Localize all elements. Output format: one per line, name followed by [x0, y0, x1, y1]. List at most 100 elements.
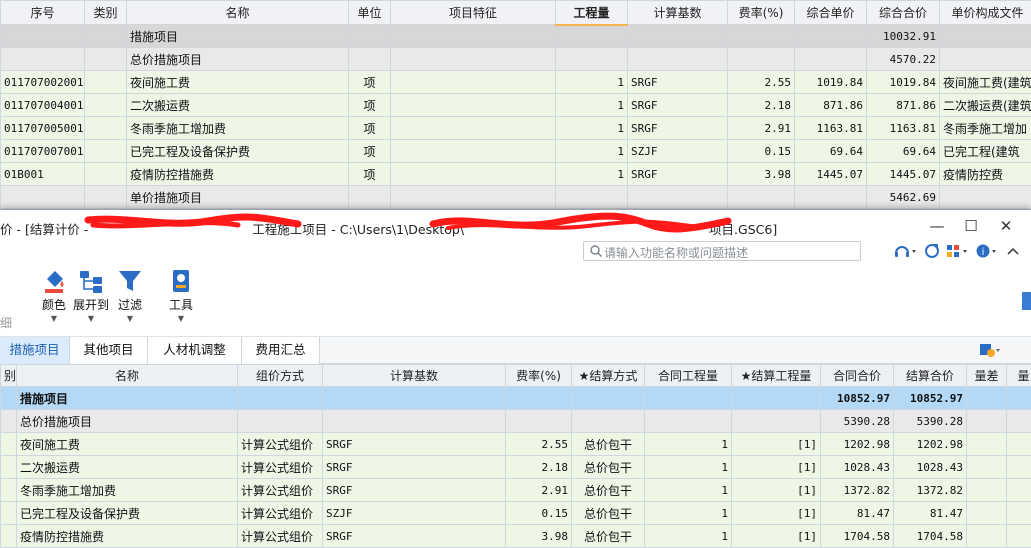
cell-settle-qty: [1]	[732, 456, 821, 479]
cell-type	[1, 433, 17, 456]
table-row[interactable]: 夜间施工费计算公式组价SRGF2.55总价包干1[1]1202.981202.9…	[1, 433, 1031, 456]
cell-rate: 2.18	[728, 94, 795, 117]
cell-unit-price: 1163.81	[795, 117, 867, 140]
col-header-price-file[interactable]: 单价构成文件	[940, 1, 1031, 25]
cell-total: 1019.84	[867, 71, 940, 94]
help-icon[interactable]: i	[975, 243, 999, 259]
col-header-unit[interactable]: 单位	[349, 1, 391, 25]
table-row[interactable]: 011707002001夜间施工费项1SRGF2.551019.841019.8…	[1, 71, 1031, 94]
collapse-chevron-icon[interactable]	[1006, 243, 1020, 259]
col-header-settle-mode[interactable]: ★结算方式	[572, 365, 645, 387]
cell-settle-total: 1704.58	[894, 525, 967, 548]
settings-gear-icon[interactable]	[978, 341, 1004, 359]
col-header-quantity[interactable]: 工程量	[556, 1, 628, 25]
table-row-unit-price-measures[interactable]: 单价措施项目 5462.69	[1, 186, 1031, 209]
col-header-contract-qty[interactable]: 合同工程量	[645, 365, 732, 387]
tab-fee-summary[interactable]: 费用汇总	[242, 337, 320, 364]
maximize-button[interactable]: ☐	[956, 216, 986, 236]
cell-name: 冬雨季施工增加费	[17, 479, 238, 502]
table-row[interactable]: 二次搬运费计算公式组价SRGF2.18总价包干1[1]1028.431028.4…	[1, 456, 1031, 479]
col-header-rate[interactable]: 费率(%)	[506, 365, 572, 387]
cell-rate: 0.15	[728, 140, 795, 163]
table-row[interactable]: 011707005001冬雨季施工增加费项1SRGF2.911163.81116…	[1, 117, 1031, 140]
cell-type	[85, 140, 127, 163]
col-header-base[interactable]: 计算基数	[628, 1, 728, 25]
cell-price-file: 夜间施工费(建筑	[940, 71, 1031, 94]
col-header-pricing-method[interactable]: 组价方式	[238, 365, 323, 387]
cell-unit-price: 1445.07	[795, 163, 867, 186]
ribbon-scroll-handle[interactable]	[1022, 292, 1031, 310]
col-header-qty-diff[interactable]: 量差	[967, 365, 1007, 387]
col-header-total[interactable]: 综合合价	[867, 1, 940, 25]
cell-contract-total: 1704.58	[821, 525, 894, 548]
col-header-feature[interactable]: 项目特征	[391, 1, 556, 25]
tab-other-items[interactable]: 其他项目	[70, 337, 148, 364]
tab-labor-material-adjust[interactable]: 人材机调整	[148, 337, 242, 364]
cell-contract-qty: 1	[645, 479, 732, 502]
cell-type	[1, 525, 17, 548]
filter-button[interactable]: 过滤 ▼	[110, 268, 150, 332]
cell-contract-total: 1372.82	[821, 479, 894, 502]
tools-button[interactable]: 工具 ▼	[161, 268, 201, 332]
redaction-scribble	[88, 212, 738, 234]
col-header-type[interactable]: 别	[1, 365, 17, 387]
col-header-rate[interactable]: 费率(%)	[728, 1, 795, 25]
refresh-icon[interactable]	[924, 243, 940, 259]
cell-type	[85, 163, 127, 186]
cell-code: 011707004001	[1, 94, 85, 117]
table-row[interactable]: 冬雨季施工增加费计算公式组价SRGF2.91总价包干1[1]1372.82137…	[1, 479, 1031, 502]
cell-unit: 项	[349, 94, 391, 117]
col-header-overflow[interactable]: 量	[1007, 365, 1031, 387]
col-header-type[interactable]: 类别	[85, 1, 127, 25]
search-input[interactable]: 请输入功能名称或问题描述	[583, 241, 861, 261]
table-row-group-selected[interactable]: 措施项目 10852.97 10852.97	[1, 387, 1031, 410]
cell-overflow	[1007, 502, 1031, 525]
col-header-settle-qty[interactable]: ★结算工程量	[732, 365, 821, 387]
row-contract-total: 5390.28	[821, 410, 894, 433]
table-row[interactable]: 011707004001二次搬运费项1SRGF2.18871.86871.86二…	[1, 94, 1031, 117]
row-total: 10032.91	[867, 25, 940, 48]
title-bar[interactable]: 价 - [结算计价 - 工程施工项目 - C:\Users\1\Desktop\…	[0, 210, 1031, 242]
table-row[interactable]: 疫情防控措施费计算公式组价SRGF3.98总价包干1[1]1704.581704…	[1, 525, 1031, 548]
row-settle-total: 5390.28	[894, 410, 967, 433]
cell-settle-qty: [1]	[732, 502, 821, 525]
col-header-settle-total[interactable]: 结算合价	[894, 365, 967, 387]
color-button[interactable]: 颜色 ▼	[34, 268, 74, 332]
cell-unit: 项	[349, 117, 391, 140]
cell-price-file: 二次搬运费(建筑	[940, 94, 1031, 117]
expand-to-button[interactable]: 展开到 ▼	[71, 268, 111, 332]
table-row[interactable]: 011707007001已完工程及设备保护费项1SZJF0.1569.6469.…	[1, 140, 1031, 163]
table-row[interactable]: 01B001疫情防控措施费项1SRGF3.981445.071445.07疫情防…	[1, 163, 1031, 186]
cell-settle-mode: 总价包干	[572, 525, 645, 548]
dropdown-arrow-icon: ▼	[110, 314, 150, 323]
col-header-base[interactable]: 计算基数	[323, 365, 506, 387]
ribbon-toolbar: 细 颜色 ▼ 展开到 ▼ 过滤 ▼	[0, 264, 1031, 336]
cell-feature	[391, 117, 556, 140]
cell-unit-price: 1019.84	[795, 71, 867, 94]
cell-rate: 2.91	[728, 117, 795, 140]
background-window: 序号 类别 名称 单位 项目特征 工程量 计算基数 费率(%) 综合单价 综合合…	[0, 0, 1031, 212]
close-button[interactable]: ✕	[991, 216, 1021, 236]
row-name: 措施项目	[17, 387, 238, 410]
col-header-seq[interactable]: 序号	[1, 1, 85, 25]
cell-pricing-method: 计算公式组价	[238, 502, 323, 525]
table-row-subtotal[interactable]: 总价措施项目 5390.28 5390.28	[1, 410, 1031, 433]
cell-base: SRGF	[628, 163, 728, 186]
tab-measures[interactable]: 措施项目	[0, 337, 70, 364]
cell-quantity: 1	[556, 94, 628, 117]
col-header-contract-total[interactable]: 合同合价	[821, 365, 894, 387]
minimize-button[interactable]: —	[922, 216, 952, 236]
col-header-name[interactable]: 名称	[17, 365, 238, 387]
row-name: 总价措施项目	[127, 48, 349, 71]
table-row-subtotal[interactable]: 总价措施项目 4570.22	[1, 48, 1031, 71]
table-row-group[interactable]: 措施项目 10032.91	[1, 25, 1031, 48]
cell-contract-total: 1028.43	[821, 456, 894, 479]
col-header-unit-price[interactable]: 综合单价	[795, 1, 867, 25]
headset-support-icon[interactable]	[893, 243, 917, 259]
dropdown-arrow-icon: ▼	[34, 314, 74, 323]
table-row[interactable]: 已完工程及设备保护费计算公式组价SZJF0.15总价包干1[1]81.4781.…	[1, 502, 1031, 525]
col-header-name[interactable]: 名称	[127, 1, 349, 25]
apps-grid-icon[interactable]	[946, 243, 970, 259]
row-total: 4570.22	[867, 48, 940, 71]
cell-rate: 0.15	[506, 502, 572, 525]
